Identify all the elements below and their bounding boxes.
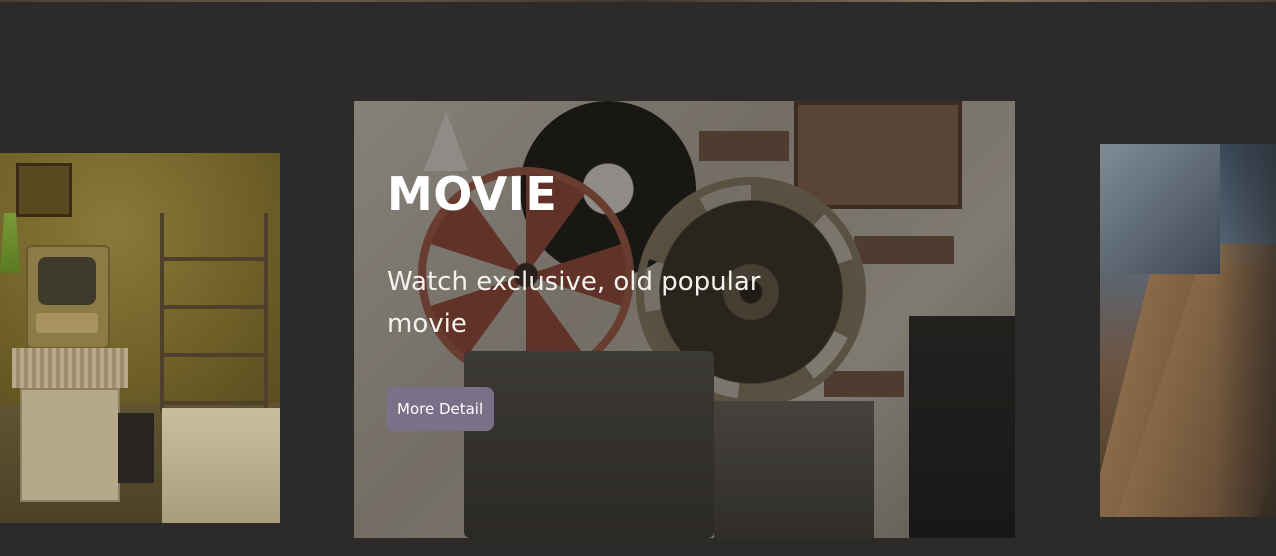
slide-title: MOVIE (387, 167, 558, 221)
bed (162, 408, 280, 523)
cabinet (20, 388, 120, 502)
vintage-tv (26, 245, 110, 349)
carousel-slide-active: MOVIE Watch exclusive, old popular movie… (354, 101, 1015, 538)
shelf-unit (160, 213, 268, 413)
tv-screen (38, 257, 96, 305)
speaker (118, 413, 154, 483)
record-sleeve (1100, 144, 1220, 274)
carousel-slide-previous[interactable] (0, 153, 280, 523)
carousel-slide-next[interactable] (1100, 144, 1276, 517)
more-detail-button[interactable]: More Detail (386, 387, 495, 431)
lace-doily (12, 348, 128, 388)
slide-description: Watch exclusive, old popular movie (387, 267, 761, 339)
tv-control-panel (36, 313, 98, 333)
wall-picture-frame (16, 163, 72, 217)
photo-shadow (1216, 144, 1276, 517)
carousel: MOVIE Watch exclusive, old popular movie… (0, 0, 1276, 556)
